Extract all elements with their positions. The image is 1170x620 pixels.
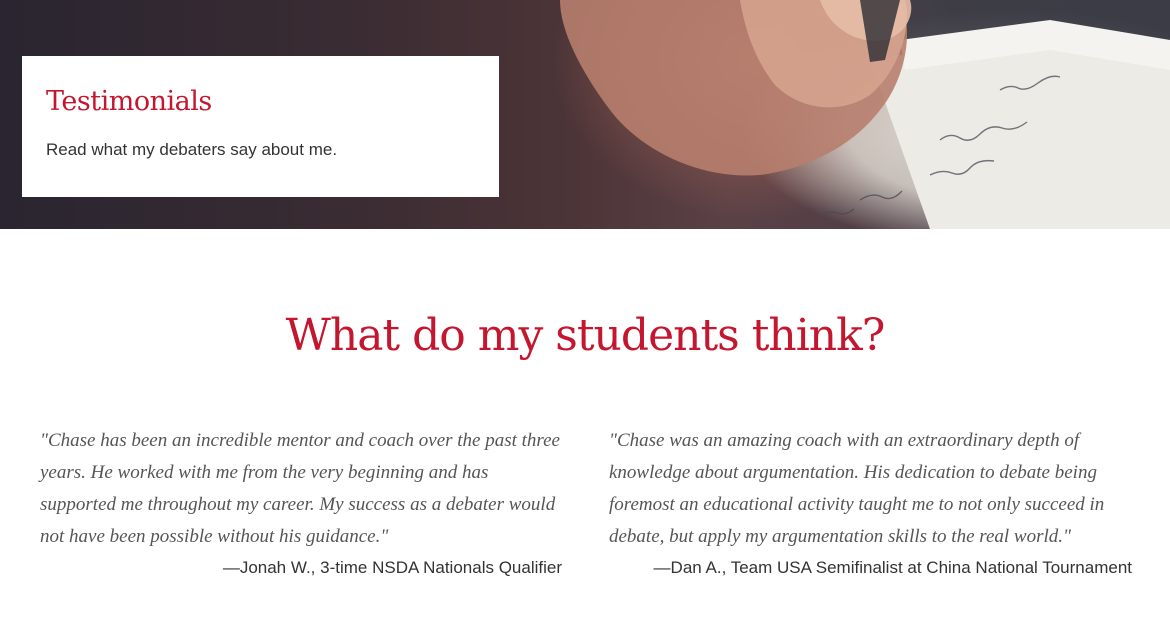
testimonial-quote: "Chase has been an incredible mentor and… (40, 430, 560, 547)
testimonial-1: "Chase has been an incredible mentor and… (40, 425, 562, 583)
hero-banner: Testimonials Read what my debaters say a… (0, 0, 1170, 229)
testimonial-2: "Chase was an amazing coach with an extr… (609, 425, 1132, 583)
page-title: Testimonials (46, 86, 212, 117)
testimonial-attribution: —Dan A., Team USA Semifinalist at China … (653, 558, 1132, 577)
testimonial-quote: "Chase was an amazing coach with an extr… (609, 430, 1105, 547)
page-subtitle: Read what my debaters say about me. (46, 140, 338, 159)
section-title: What do my students think? (285, 310, 886, 361)
hero-card: Testimonials Read what my debaters say a… (22, 56, 499, 197)
testimonial-attribution: —Jonah W., 3-time NSDA Nationals Qualifi… (222, 558, 562, 577)
